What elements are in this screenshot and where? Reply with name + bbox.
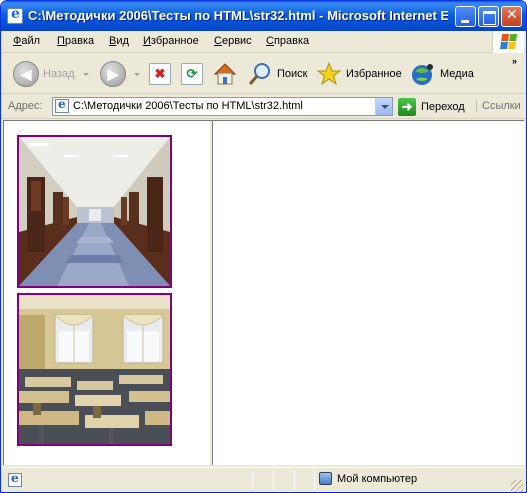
- back-button[interactable]: ◀ Назад: [13, 60, 89, 88]
- status-separator: [294, 471, 295, 489]
- maximize-button[interactable]: [478, 6, 499, 27]
- favorites-label: Избранное: [346, 68, 402, 80]
- forward-dropdown-icon[interactable]: [134, 72, 140, 76]
- status-separator: [252, 471, 253, 489]
- media-label: Медиа: [440, 68, 474, 80]
- forward-button[interactable]: ▶: [100, 60, 140, 88]
- page-status-icon: [8, 471, 22, 487]
- address-value[interactable]: C:\Методички 2006\Тесты по HTML\str32.ht…: [73, 100, 303, 112]
- search-icon: [248, 63, 270, 85]
- corridor-photo: [19, 137, 170, 286]
- minimize-button[interactable]: [455, 6, 476, 27]
- address-label: Адрес:: [8, 100, 43, 112]
- favorites-button[interactable]: Избранное: [316, 60, 402, 88]
- page-icon: [55, 97, 69, 113]
- home-button[interactable]: [212, 60, 238, 88]
- back-arrow-icon: ◀: [13, 61, 39, 87]
- back-label: Назад: [43, 68, 75, 80]
- ie-window: C:\Методички 2006\Тесты по HTML\str32.ht…: [0, 0, 527, 493]
- media-button[interactable]: Медиа: [410, 60, 474, 88]
- windows-flag-icon: [500, 34, 518, 50]
- status-bar: Мой компьютер: [1, 467, 526, 492]
- links-button[interactable]: Ссылки: [476, 100, 521, 112]
- menu-bar: Файл Правка Вид Избранное Сервис Справка: [1, 31, 526, 53]
- close-button[interactable]: [501, 6, 522, 27]
- go-button[interactable]: ➜ Переход: [398, 98, 465, 116]
- go-label: Переход: [421, 101, 465, 113]
- title-bar: C:\Методички 2006\Тесты по HTML\str32.ht…: [1, 1, 526, 31]
- my-computer-icon: [319, 472, 332, 485]
- address-input[interactable]: C:\Методички 2006\Тесты по HTML\str32.ht…: [52, 97, 393, 116]
- search-button[interactable]: Поиск: [247, 60, 307, 88]
- menu-favorites[interactable]: Избранное: [143, 35, 199, 47]
- home-icon: [213, 63, 237, 85]
- menu-view[interactable]: Вид: [109, 35, 129, 47]
- address-dropdown-button[interactable]: [375, 98, 392, 115]
- window-title: C:\Методички 2006\Тесты по HTML\str32.ht…: [28, 8, 448, 23]
- security-zone[interactable]: Мой компьютер: [319, 472, 417, 485]
- forward-arrow-icon: ▶: [100, 61, 126, 87]
- corridor-image: [17, 135, 172, 288]
- standard-toolbar: ◀ Назад ▶ ✖ ⟳ Поиск Избранное Медиа »: [1, 54, 526, 94]
- left-frame: [4, 121, 209, 465]
- go-arrow-icon: ➜: [398, 98, 416, 116]
- toolbar-chevron-icon[interactable]: »: [512, 56, 517, 66]
- refresh-button[interactable]: ⟳: [181, 60, 203, 88]
- refresh-icon: ⟳: [181, 63, 203, 85]
- classroom-photo: [19, 295, 170, 444]
- zone-label: Мой компьютер: [337, 472, 418, 485]
- menu-edit[interactable]: Правка: [57, 35, 94, 47]
- classroom-image: [17, 293, 172, 446]
- right-frame: [213, 121, 525, 465]
- menu-file[interactable]: Файл: [13, 35, 40, 47]
- status-separator: [314, 471, 315, 489]
- favorites-star-icon: [316, 61, 342, 86]
- media-icon: [412, 64, 433, 85]
- ie-page-icon: [7, 6, 23, 24]
- address-bar: Адрес: C:\Методички 2006\Тесты по HTML\s…: [1, 95, 526, 119]
- resize-grip-icon[interactable]: [511, 480, 523, 492]
- menu-tools[interactable]: Сервис: [214, 35, 252, 47]
- windows-logo: [492, 31, 524, 53]
- stop-button[interactable]: ✖: [149, 60, 171, 88]
- menu-help[interactable]: Справка: [266, 35, 309, 47]
- back-dropdown-icon[interactable]: [82, 72, 89, 76]
- status-separator: [273, 471, 274, 489]
- stop-icon: ✖: [149, 63, 171, 85]
- page-content: [3, 120, 525, 465]
- search-label: Поиск: [277, 68, 308, 80]
